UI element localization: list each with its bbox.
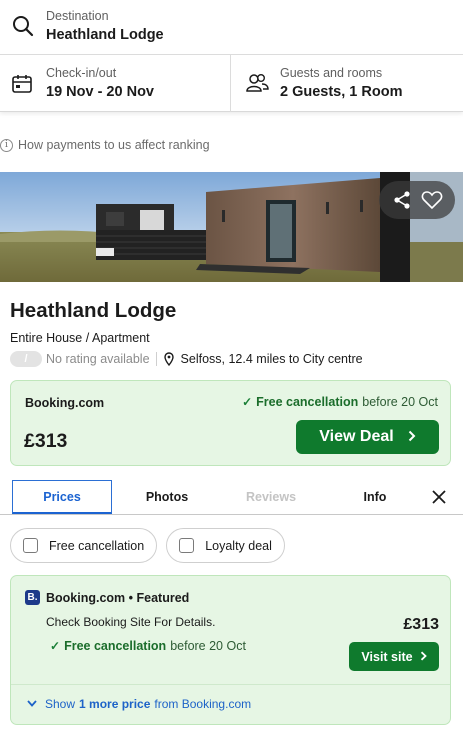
location-pin-icon — [163, 352, 174, 367]
deal-cancellation: ✓ Free cancellation before 20 Oct — [242, 395, 438, 409]
destination-field[interactable]: Destination Heathland Lodge — [0, 0, 463, 55]
calendar-icon — [11, 73, 33, 95]
check-in-out-field[interactable]: Check-in/out 19 Nov - 20 Nov — [0, 55, 231, 112]
offer-title: Booking.com • Featured — [46, 591, 190, 605]
view-deal-label: View Deal — [319, 428, 394, 445]
tab-info[interactable]: Info — [325, 480, 425, 514]
more-prefix: Show — [45, 697, 76, 711]
checkbox[interactable] — [23, 538, 38, 553]
chevron-down-icon — [27, 699, 37, 710]
filter-free-cancellation[interactable]: Free cancellation — [10, 528, 158, 563]
filter-label: Free cancellation — [49, 538, 145, 553]
offer-cancel-rest: before 20 Oct — [170, 639, 246, 653]
property-type: Entire House / Apartment — [10, 331, 150, 345]
dates-value: 19 Nov - 20 Nov — [46, 84, 154, 100]
guests-label: Guests and rooms — [280, 66, 383, 80]
divider — [11, 684, 450, 685]
check-icon: ✓ — [50, 639, 61, 653]
search-icon — [11, 14, 35, 38]
deal-cancel-bold: Free cancellation — [256, 395, 359, 409]
search-summary: Destination Heathland Lodge Check-in/out… — [0, 0, 463, 112]
offer-description: Check Booking Site For Details. — [46, 615, 216, 629]
divider — [155, 352, 157, 366]
chevron-right-icon — [420, 650, 427, 664]
guests-value: 2 Guests, 1 Room — [280, 84, 403, 100]
ranking-notice[interactable]: i How payments to us affect ranking — [0, 137, 210, 153]
photo-actions — [379, 181, 455, 219]
ranking-notice-text: How payments to us affect ranking — [18, 138, 210, 152]
offer-price: £313 — [403, 616, 439, 633]
offer-card: B. Booking.com • Featured Check Booking … — [10, 575, 451, 725]
rating-text: No rating available — [46, 352, 150, 366]
tab-photos[interactable]: Photos — [117, 480, 217, 514]
check-icon: ✓ — [242, 395, 253, 409]
offer-cancellation: ✓ Free cancellation before 20 Oct — [50, 639, 246, 653]
view-deal-button[interactable]: View Deal — [296, 420, 439, 454]
top-deal-card: Booking.com ✓ Free cancellation before 2… — [10, 380, 451, 466]
more-count: 1 more price — [79, 697, 151, 711]
booking-logo-icon: B. — [25, 590, 40, 605]
dates-label: Check-in/out — [46, 66, 117, 80]
tab-reviews: Reviews — [245, 490, 297, 504]
checkbox[interactable] — [179, 538, 195, 553]
destination-value: Heathland Lodge — [46, 27, 164, 43]
chevron-right-icon — [408, 429, 416, 446]
show-more-prices-link[interactable]: Show 1 more price from Booking.com — [27, 697, 251, 711]
hotel-meta: / No rating available Selfoss, 12.4 mile… — [10, 350, 363, 368]
more-suffix: from Booking.com — [154, 697, 252, 711]
price-filters: Free cancellation Loyalty deal — [10, 528, 294, 563]
hotel-name: Heathland Lodge — [10, 299, 177, 322]
rating-badge: / — [10, 351, 42, 367]
visit-site-button[interactable]: Visit site — [349, 642, 439, 671]
info-icon: i — [0, 138, 13, 152]
location-text: Selfoss, 12.4 miles to City centre — [180, 352, 363, 366]
deal-price: £313 — [24, 430, 68, 452]
deal-cancel-rest: before 20 Oct — [362, 395, 438, 409]
offer-cancel-bold: Free cancellation — [64, 639, 167, 653]
share-icon[interactable] — [389, 187, 415, 213]
filter-label: Loyalty deal — [205, 538, 272, 553]
visit-site-label: Visit site — [361, 649, 413, 664]
heart-icon[interactable] — [419, 187, 445, 213]
destination-label: Destination — [46, 9, 109, 23]
deal-provider: Booking.com — [25, 396, 105, 410]
detail-tabs: Prices Photos Reviews Info — [0, 480, 463, 515]
filter-loyalty-deal[interactable]: Loyalty deal — [166, 528, 285, 563]
close-icon[interactable] — [428, 486, 450, 508]
guests-rooms-field[interactable]: Guests and rooms 2 Guests, 1 Room — [231, 55, 463, 112]
guests-icon — [245, 72, 269, 94]
tab-prices[interactable]: Prices — [12, 480, 112, 514]
